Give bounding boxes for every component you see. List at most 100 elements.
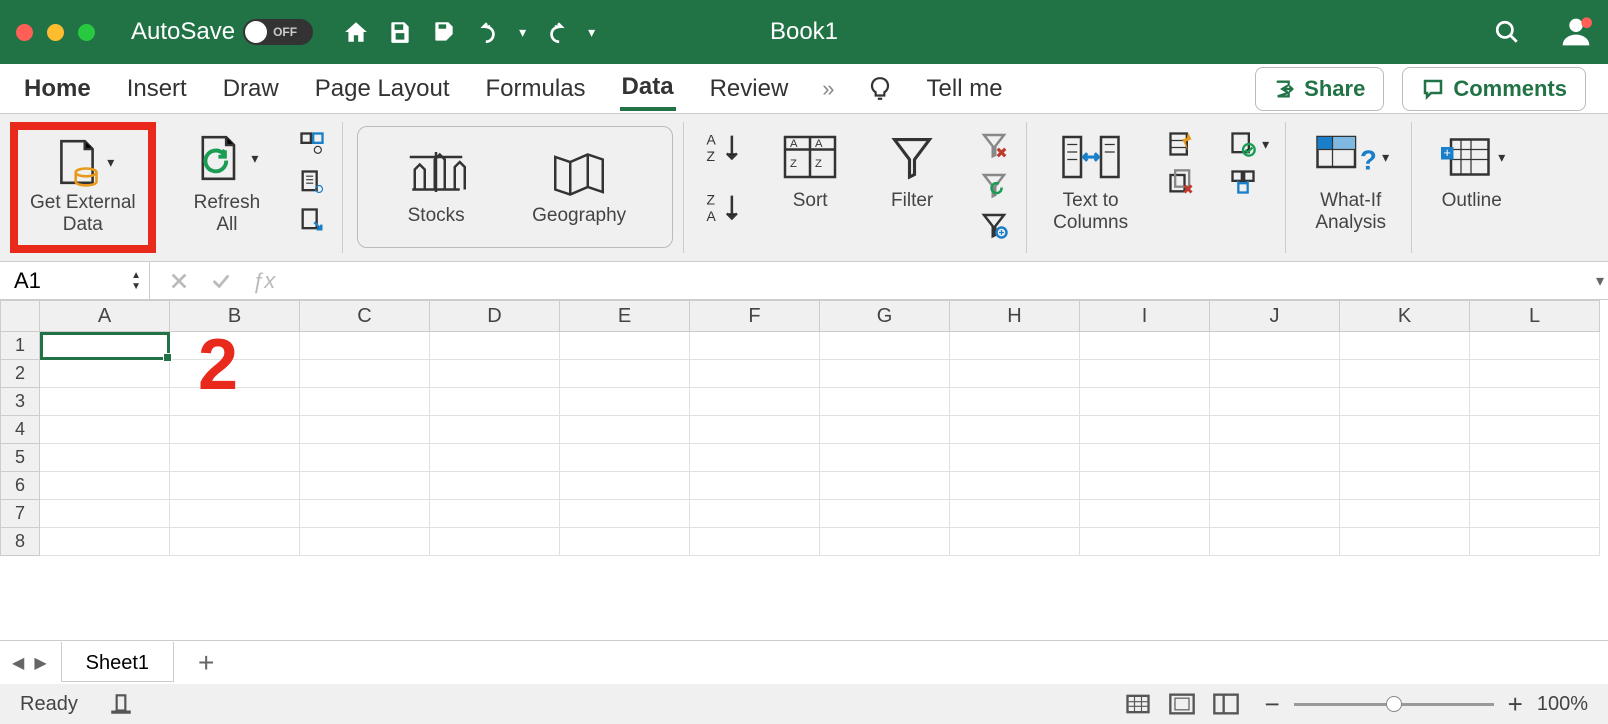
row-header-1[interactable]: 1 xyxy=(0,332,40,360)
tab-insert[interactable]: Insert xyxy=(125,69,189,109)
row-header-6[interactable]: 6 xyxy=(0,472,40,500)
tab-formulas[interactable]: Formulas xyxy=(484,69,588,109)
maximize-window-button[interactable] xyxy=(78,24,95,41)
sort-asc-button[interactable]: AZ xyxy=(704,130,742,164)
cell-J2[interactable] xyxy=(1210,360,1340,388)
close-window-button[interactable] xyxy=(16,24,33,41)
cell-A3[interactable] xyxy=(40,388,170,416)
cell-F3[interactable] xyxy=(690,388,820,416)
cell-H2[interactable] xyxy=(950,360,1080,388)
cell-C5[interactable] xyxy=(300,444,430,472)
zoom-in-button[interactable]: + xyxy=(1508,689,1523,720)
cell-D7[interactable] xyxy=(430,500,560,528)
column-header-A[interactable]: A xyxy=(40,300,170,332)
cell-C6[interactable] xyxy=(300,472,430,500)
cell-I2[interactable] xyxy=(1080,360,1210,388)
sheet-nav-next[interactable]: ▶ xyxy=(34,653,46,673)
cell-E4[interactable] xyxy=(560,416,690,444)
autosave-toggle[interactable]: OFF xyxy=(243,19,313,45)
cell-A1[interactable] xyxy=(40,332,170,360)
tab-page-layout[interactable]: Page Layout xyxy=(313,69,452,109)
column-header-F[interactable]: F xyxy=(690,300,820,332)
cell-D8[interactable] xyxy=(430,528,560,556)
formula-input[interactable] xyxy=(293,262,1592,299)
cell-G8[interactable] xyxy=(820,528,950,556)
cell-H4[interactable] xyxy=(950,416,1080,444)
cell-F1[interactable] xyxy=(690,332,820,360)
column-header-K[interactable]: K xyxy=(1340,300,1470,332)
advanced-filter-button[interactable] xyxy=(978,210,1010,240)
cell-K2[interactable] xyxy=(1340,360,1470,388)
cell-I3[interactable] xyxy=(1080,388,1210,416)
cell-L3[interactable] xyxy=(1470,388,1600,416)
macro-record-icon[interactable] xyxy=(108,691,134,717)
what-if-analysis-button[interactable]: ? ▾ What-If Analysis xyxy=(1300,126,1401,240)
cell-A2[interactable] xyxy=(40,360,170,388)
sheet-nav-prev[interactable]: ◀ xyxy=(12,653,24,673)
name-box[interactable]: A1 ▲▼ xyxy=(0,262,150,299)
fx-button[interactable]: ƒx xyxy=(252,268,275,294)
column-header-C[interactable]: C xyxy=(300,300,430,332)
geography-button[interactable]: Geography xyxy=(520,141,638,233)
zoom-out-button[interactable]: − xyxy=(1264,689,1279,720)
get-external-data-button[interactable]: ▾ Get External Data xyxy=(10,122,156,253)
sort-button[interactable]: AZAZ Sort xyxy=(768,126,852,218)
cell-J1[interactable] xyxy=(1210,332,1340,360)
column-header-J[interactable]: J xyxy=(1210,300,1340,332)
cell-K7[interactable] xyxy=(1340,500,1470,528)
cell-D3[interactable] xyxy=(430,388,560,416)
cell-E2[interactable] xyxy=(560,360,690,388)
row-header-2[interactable]: 2 xyxy=(0,360,40,388)
cell-K6[interactable] xyxy=(1340,472,1470,500)
refresh-all-button[interactable]: ▾ Refresh All xyxy=(182,126,273,242)
cell-A7[interactable] xyxy=(40,500,170,528)
column-header-H[interactable]: H xyxy=(950,300,1080,332)
cell-L8[interactable] xyxy=(1470,528,1600,556)
redo-icon[interactable] xyxy=(544,19,570,45)
filter-button[interactable]: Filter xyxy=(872,126,952,218)
reapply-filter-button[interactable] xyxy=(978,170,1010,200)
select-all-corner[interactable] xyxy=(0,300,40,332)
row-header-8[interactable]: 8 xyxy=(0,528,40,556)
cell-E8[interactable] xyxy=(560,528,690,556)
tab-home[interactable]: Home xyxy=(22,69,93,109)
queries-connections-icon[interactable] xyxy=(298,130,326,158)
home-icon[interactable] xyxy=(343,19,369,45)
comments-button[interactable]: Comments xyxy=(1402,67,1586,111)
cell-I7[interactable] xyxy=(1080,500,1210,528)
cell-G7[interactable] xyxy=(820,500,950,528)
cell-C3[interactable] xyxy=(300,388,430,416)
cell-A5[interactable] xyxy=(40,444,170,472)
cancel-formula-icon[interactable] xyxy=(168,270,190,292)
cell-I6[interactable] xyxy=(1080,472,1210,500)
selection-handle[interactable] xyxy=(163,353,172,362)
row-header-5[interactable]: 5 xyxy=(0,444,40,472)
name-box-stepper[interactable]: ▲▼ xyxy=(131,270,141,292)
cell-F5[interactable] xyxy=(690,444,820,472)
cell-I8[interactable] xyxy=(1080,528,1210,556)
cell-B5[interactable] xyxy=(170,444,300,472)
tab-draw[interactable]: Draw xyxy=(221,69,281,109)
share-button[interactable]: Share xyxy=(1255,67,1384,111)
column-header-E[interactable]: E xyxy=(560,300,690,332)
outline-button[interactable]: + ▾ Outline xyxy=(1426,126,1517,218)
cell-J8[interactable] xyxy=(1210,528,1340,556)
text-to-columns-button[interactable]: Text to Columns xyxy=(1041,126,1140,240)
cell-F4[interactable] xyxy=(690,416,820,444)
cell-E5[interactable] xyxy=(560,444,690,472)
cell-L6[interactable] xyxy=(1470,472,1600,500)
account-icon[interactable] xyxy=(1560,16,1592,48)
remove-duplicates-button[interactable] xyxy=(1166,168,1196,196)
cell-C4[interactable] xyxy=(300,416,430,444)
cell-E1[interactable] xyxy=(560,332,690,360)
cell-H1[interactable] xyxy=(950,332,1080,360)
cell-G3[interactable] xyxy=(820,388,950,416)
sheet-tab-1[interactable]: Sheet1 xyxy=(61,642,174,682)
zoom-level[interactable]: 100% xyxy=(1537,693,1588,716)
search-icon[interactable] xyxy=(1494,19,1520,45)
cell-C1[interactable] xyxy=(300,332,430,360)
cell-H5[interactable] xyxy=(950,444,1080,472)
row-header-3[interactable]: 3 xyxy=(0,388,40,416)
cell-I4[interactable] xyxy=(1080,416,1210,444)
cell-A8[interactable] xyxy=(40,528,170,556)
